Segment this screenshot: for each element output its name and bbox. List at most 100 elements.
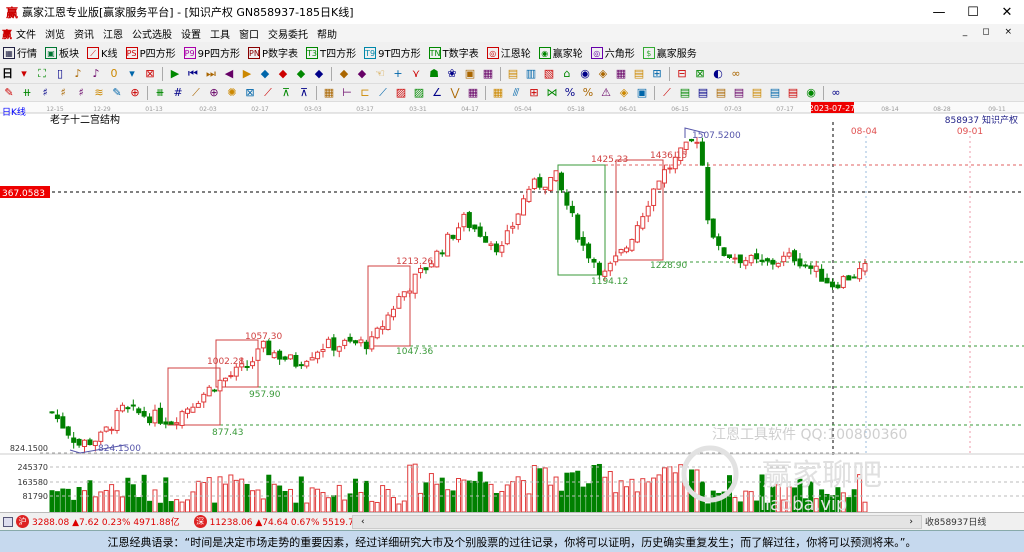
tool-icon[interactable]: ⟋ — [261, 85, 276, 100]
tool-icon[interactable]: ⚠ — [599, 85, 614, 100]
tool-icon[interactable]: ▯ — [53, 66, 68, 81]
tool-icon[interactable]: ▨ — [412, 85, 427, 100]
tool-icon[interactable]: ❀ — [445, 66, 460, 81]
tool-icon[interactable]: ♯ — [74, 85, 89, 100]
toolbar-button[interactable]: ◎ 六角形 — [590, 45, 635, 60]
chart-canvas[interactable]: 12-15 12-29 01-13 02-03 02-17 03-03 03-17 03-31… — [0, 102, 1024, 512]
tool-icon[interactable]: ⊠ — [143, 66, 158, 81]
toolbar-button[interactable]: T9 9T四方形 — [364, 45, 421, 60]
menu-item[interactable]: 江恩 — [103, 26, 123, 41]
tool-icon[interactable]: ☜ — [373, 66, 388, 81]
tool-icon[interactable]: ▤ — [714, 85, 729, 100]
tool-icon[interactable]: ⛶ — [35, 66, 50, 81]
toolbar-button[interactable]: ◉ 赢家轮 — [538, 45, 583, 60]
tool-icon[interactable]: ⟋ — [660, 85, 675, 100]
tool-icon[interactable]: 0 — [107, 66, 122, 81]
tool-icon[interactable]: ◉ — [578, 66, 593, 81]
toolbar-button[interactable]: ▣ 板块 — [45, 45, 79, 60]
menu-item[interactable]: 资讯 — [74, 26, 94, 41]
grid-icon[interactable] — [3, 516, 13, 527]
tool-icon[interactable]: ♯ — [56, 85, 71, 100]
tool-icon[interactable]: ⋁ — [448, 85, 463, 100]
scroll-left-icon[interactable]: ‹ — [361, 516, 365, 528]
tool-icon[interactable]: ▨ — [394, 85, 409, 100]
tool-icon[interactable]: ◐ — [711, 66, 726, 81]
tool-icon[interactable]: ◆ — [312, 66, 327, 81]
sh-index-quote[interactable]: 3288.08 ▲7.62 0.23% 4971.88亿 — [32, 515, 180, 528]
tool-icon[interactable]: ⊞ — [650, 66, 665, 81]
toolbar-button[interactable]: PN P数字表 — [248, 45, 298, 60]
toolbar-button[interactable]: ▦ 行情 — [3, 45, 37, 60]
tool-icon[interactable]: ▤ — [750, 85, 765, 100]
tool-icon[interactable]: ⊕ — [207, 85, 222, 100]
tool-icon[interactable]: + — [391, 66, 406, 81]
tool-icon[interactable]: ⊞ — [527, 85, 542, 100]
menu-item[interactable]: 公式选股 — [132, 26, 172, 41]
tool-icon[interactable]: ⊢ — [340, 85, 355, 100]
menu-item[interactable]: 文件 — [16, 26, 36, 41]
tool-icon[interactable]: ▾ — [17, 66, 32, 81]
tool-icon[interactable]: ◈ — [596, 66, 611, 81]
tool-icon[interactable]: ⧺ — [20, 85, 35, 100]
period-selector[interactable]: 日 — [2, 66, 14, 81]
tool-icon[interactable]: ⟋ — [376, 85, 391, 100]
tool-icon[interactable]: ◆ — [294, 66, 309, 81]
tool-icon[interactable]: % — [581, 85, 596, 100]
menu-item[interactable]: 浏览 — [45, 26, 65, 41]
tool-icon[interactable]: ✎ — [110, 85, 125, 100]
tool-icon[interactable]: ◀ — [222, 66, 237, 81]
mdi-controls[interactable]: _ ◻ × — [963, 27, 1018, 37]
tool-icon[interactable]: % — [563, 85, 578, 100]
toolbar-button[interactable]: ⟋ K线 — [87, 45, 118, 60]
toolbar-button[interactable]: PS P四方形 — [125, 45, 176, 60]
tool-icon[interactable]: ♯ — [38, 85, 53, 100]
tool-icon[interactable]: ◆ — [258, 66, 273, 81]
tool-icon[interactable]: ▶ — [168, 66, 183, 81]
tool-icon[interactable]: ⊠ — [693, 66, 708, 81]
tool-icon[interactable]: ▤ — [732, 85, 747, 100]
tool-icon[interactable]: ▦ — [491, 85, 506, 100]
tool-icon[interactable]: ✺ — [225, 85, 240, 100]
tool-icon[interactable]: ◆ — [355, 66, 370, 81]
tool-icon[interactable]: ▧ — [542, 66, 557, 81]
tool-icon[interactable]: ∞ — [729, 66, 744, 81]
tool-icon[interactable]: ♪ — [89, 66, 104, 81]
tool-icon[interactable]: ◈ — [617, 85, 632, 100]
tool-icon[interactable]: ⋈ — [545, 85, 560, 100]
tool-icon[interactable]: ⟋ — [189, 85, 204, 100]
menu-item[interactable]: 工具 — [210, 26, 230, 41]
menu-item[interactable]: 帮助 — [317, 26, 337, 41]
menu-item[interactable]: 设置 — [181, 26, 201, 41]
tool-icon[interactable]: ☗ — [427, 66, 442, 81]
toolbar-button[interactable]: $ 赢家服务 — [642, 45, 697, 60]
menu-item[interactable]: 窗口 — [239, 26, 259, 41]
tool-icon[interactable]: ◆ — [337, 66, 352, 81]
tool-icon[interactable]: ≋ — [92, 85, 107, 100]
tool-icon[interactable]: ◉ — [804, 85, 819, 100]
tool-icon[interactable]: ∞ — [829, 85, 844, 100]
tool-icon[interactable]: ▥ — [524, 66, 539, 81]
tool-icon[interactable]: ▤ — [678, 85, 693, 100]
tool-icon[interactable]: ⊼ — [297, 85, 312, 100]
tool-icon[interactable]: ⊏ — [358, 85, 373, 100]
maximize-button[interactable]: ☐ — [956, 0, 990, 24]
tool-icon[interactable]: ▤ — [768, 85, 783, 100]
tool-icon[interactable]: ▤ — [786, 85, 801, 100]
tool-icon[interactable]: ▦ — [614, 66, 629, 81]
tool-icon[interactable]: ▶ — [240, 66, 255, 81]
tool-icon[interactable]: ∠ — [430, 85, 445, 100]
close-button[interactable]: ✕ — [990, 0, 1024, 24]
horizontal-scrollbar[interactable]: ‹ › — [352, 514, 922, 529]
tool-icon[interactable]: # — [171, 85, 186, 100]
toolbar-button[interactable]: T3 T四方形 — [306, 45, 356, 60]
tool-icon[interactable]: ⋎ — [409, 66, 424, 81]
tool-icon[interactable]: ⫻ — [509, 85, 524, 100]
menu-item[interactable]: 交易委托 — [268, 26, 308, 41]
tool-icon[interactable]: ⊟ — [675, 66, 690, 81]
minimize-button[interactable]: — — [922, 0, 956, 24]
tool-icon[interactable]: ▤ — [632, 66, 647, 81]
tool-icon[interactable]: ▣ — [463, 66, 478, 81]
tool-icon[interactable]: ◆ — [276, 66, 291, 81]
sz-index-quote[interactable]: 11238.06 ▲74.64 0.67% 5519.72亿 — [210, 515, 369, 528]
tool-icon[interactable]: ▤ — [696, 85, 711, 100]
